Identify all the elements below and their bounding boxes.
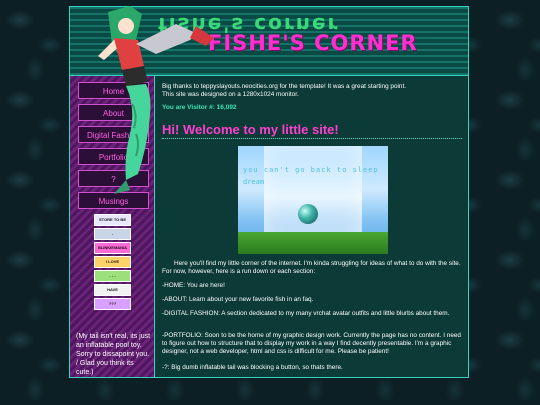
blinkie-badge: - - - (94, 270, 131, 282)
section-about-text: -ABOUT: Learn about your new favorite fi… (162, 296, 314, 303)
intro-paragraph: Here you'll find my little corner of the… (162, 260, 461, 275)
template-credit-text: Big thanks to teppyslayouts.neocities.or… (162, 83, 407, 90)
nav-portfolio-button[interactable]: Portfolio (78, 148, 149, 165)
page-title: Hi! Welcome to my little site! (162, 122, 339, 137)
nav-digital-fashion-button[interactable]: Digital Fashion (78, 126, 149, 143)
blinkie-badge: BLINKIEMANIA (94, 242, 131, 254)
dreamscape-image: you can't go back to sleep dream (238, 146, 388, 254)
blinkie-badge: - (94, 228, 131, 240)
sidebar: Home About Digital Fashion Portfolio ? M… (70, 76, 155, 377)
blinkie-badge: ??? (94, 298, 131, 310)
blinkie-badge: I LOVE (94, 256, 131, 268)
section-portfolio-text: -PORTFOLIO: Soon to be the home of my gr… (162, 332, 461, 355)
site-header: fishe's corner FISHE'S CORNER (70, 7, 468, 76)
image-grass (238, 232, 388, 254)
site-logo-title: FISHE'S CORNER (208, 31, 418, 55)
image-caption: you can't go back to sleep (243, 166, 379, 174)
section-fashion-text: -DIGITAL FASHION: A section dedicated to… (162, 310, 450, 317)
image-orb (298, 204, 318, 224)
nav-home-button[interactable]: Home (78, 82, 149, 99)
blinkie-badge: STORE TO BE (94, 214, 131, 226)
image-caption-2: dream (243, 178, 265, 186)
nav-about-button[interactable]: About (78, 104, 149, 121)
blinkie-badge: HAVE (94, 284, 131, 296)
main-content: Big thanks to teppyslayouts.neocities.or… (157, 76, 467, 377)
monitor-note-text: This site was designed on a 1280x1024 mo… (162, 91, 299, 98)
visitor-counter: You are Visitor #: 16,092 (162, 104, 237, 111)
section-home-text: -HOME: You are here! (162, 282, 225, 289)
divider (162, 138, 462, 139)
nav-question-button[interactable]: ? (78, 170, 149, 187)
sidebar-note: (My tail isn't real, its just an inflata… (76, 333, 151, 376)
nav-musings-button[interactable]: Musings (78, 192, 149, 209)
section-question-text: -?: Big dumb inflatable tail was blockin… (162, 364, 343, 371)
